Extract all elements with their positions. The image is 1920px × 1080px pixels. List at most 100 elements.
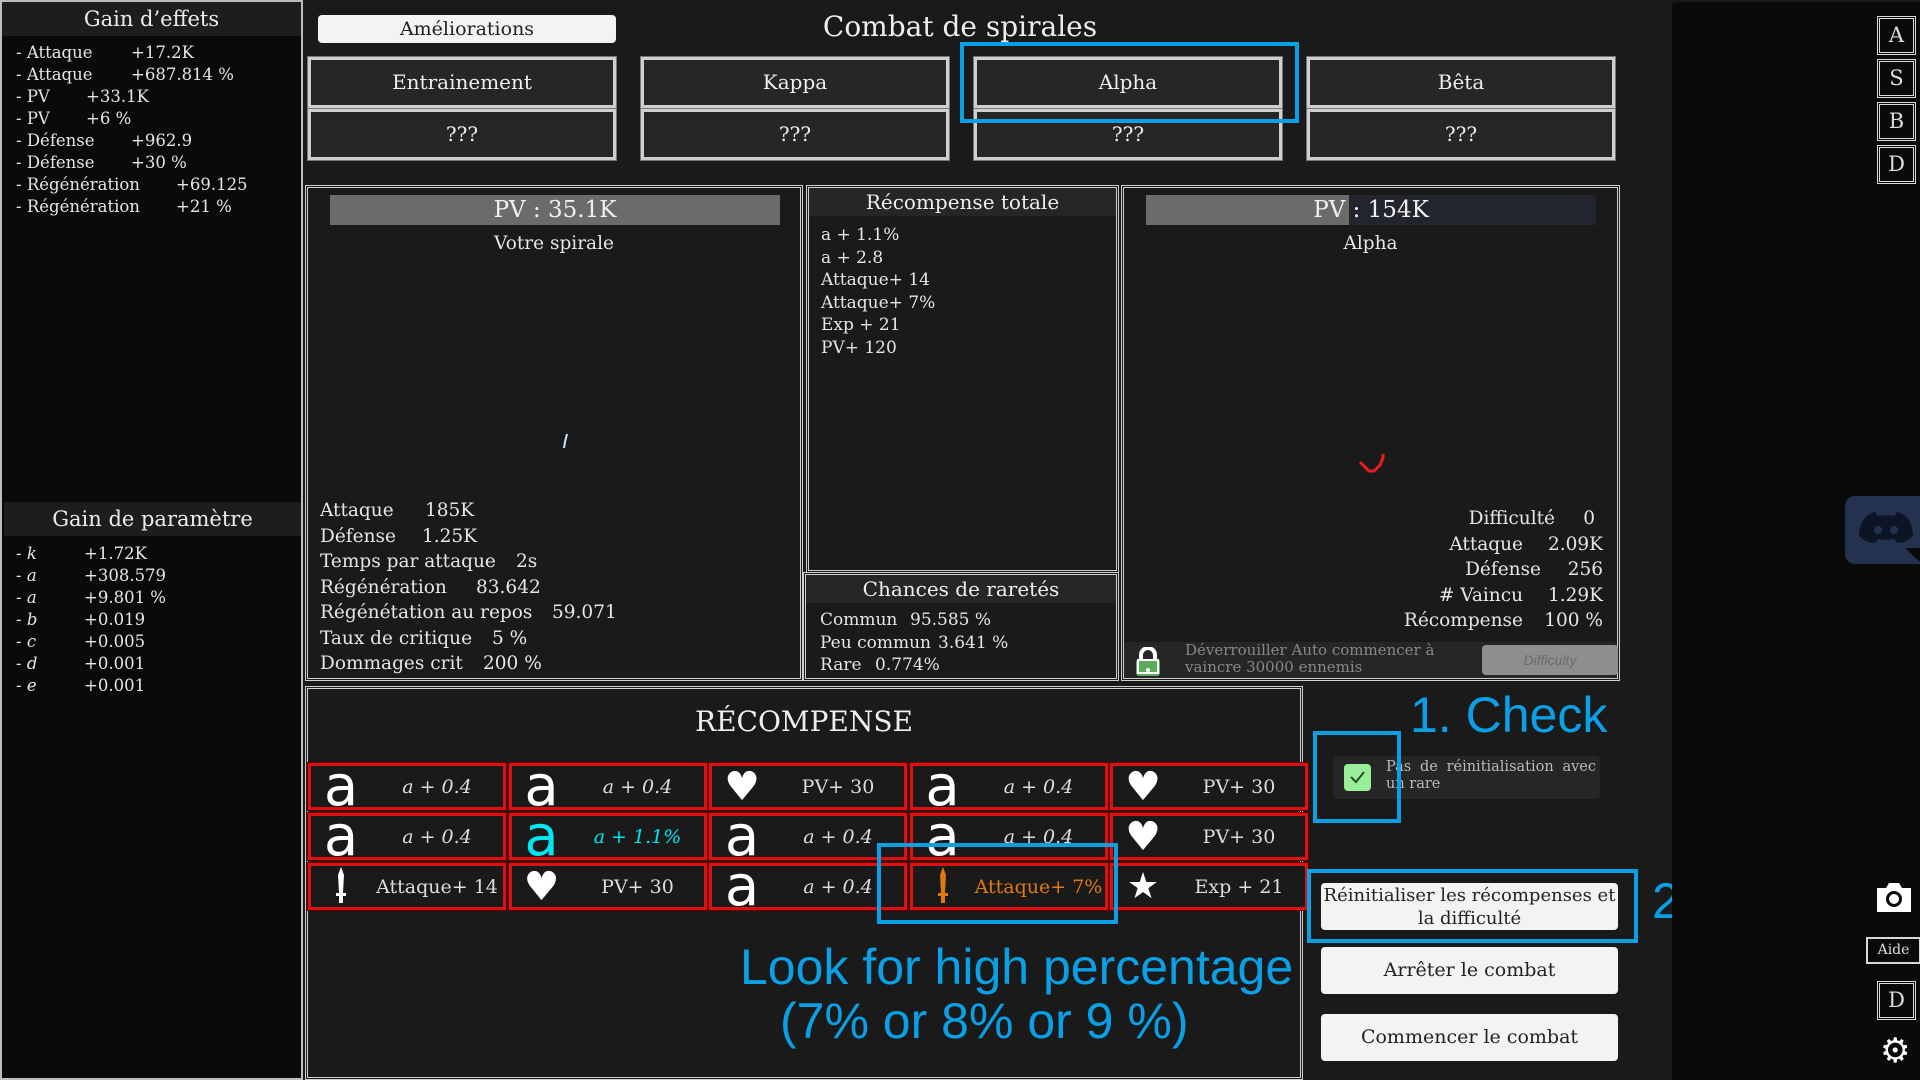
reward-cell: ★ Exp + 21 <box>1109 862 1309 911</box>
enemy-stats: Difficulté 0 Attaque 2.09K Défense 256 # Va… <box>1404 506 1603 634</box>
a-icon: a <box>323 753 359 819</box>
page-title: Combat de spirales <box>822 10 1098 43</box>
reward-cell: Attaque+ 14 <box>307 862 507 911</box>
reward-text: PV+ 30 <box>1202 825 1276 848</box>
rarity-row: Peu commun 3.641 % <box>820 632 1009 653</box>
hotkey-d-bottom[interactable]: D <box>1877 981 1916 1020</box>
hotkey-s[interactable]: S <box>1877 59 1916 98</box>
reward-text: PV+ 30 <box>601 875 674 898</box>
annotation-highlight-reward <box>877 843 1118 924</box>
settings-gear-icon[interactable]: ⚙ <box>1880 1034 1910 1068</box>
param-row: - d +0.001 <box>16 654 146 673</box>
player-stats: Attaque 185K Défense 1.25K Temps par attaq… <box>320 498 617 677</box>
reward-cell: ♥ PV+ 30 <box>1109 762 1309 811</box>
reward-cell: a a + 0.4 <box>908 753 1109 819</box>
discord-button[interactable] <box>1845 496 1920 564</box>
stat-row: Difficulté 0 <box>1468 508 1595 529</box>
player-spiral <box>563 433 568 449</box>
stat-row: Attaque 185K <box>320 500 475 521</box>
mode-name: Kappa <box>640 56 950 109</box>
stop-combat-button[interactable]: Arrêter le combat <box>1321 947 1618 994</box>
a-icon: a <box>524 753 559 819</box>
effects-title: Gain d’effets <box>2 2 301 36</box>
total-reward-line: Exp + 21 <box>821 315 901 335</box>
heart-icon: ♥ <box>1125 813 1161 860</box>
stat-row: Régénétation au repos 59.071 <box>320 602 617 623</box>
a-icon: a <box>724 803 760 869</box>
reward-cell: ♥ PV+ 30 <box>507 862 708 911</box>
reward-text: Attaque+ 14 <box>376 875 498 898</box>
effects-list: - Attaque +17.2K - Attaque +687.814 % - PV… <box>2 36 301 224</box>
upgrades-button[interactable]: Améliorations <box>318 15 616 43</box>
enemy-hp-bar: PV : 154K <box>1146 195 1596 225</box>
annotation-highlight-alpha <box>960 42 1299 123</box>
right-rail: A S B D Aide D ⚙ <box>1672 2 1920 1080</box>
annotation-hint-line1: Look for high percentage <box>740 939 1294 995</box>
lock-icon <box>1136 647 1160 676</box>
params-list: - k +1.72K - a +308.579 - a +9.801 % - b +0.… <box>2 537 180 703</box>
star-icon: ★ <box>1126 865 1160 907</box>
a-icon: a <box>724 853 760 919</box>
camera-icon[interactable] <box>1874 880 1914 914</box>
param-row: - a +9.801 % <box>16 588 166 607</box>
annotation-hint-line2: (7% or 8% or 9 %) <box>780 993 1189 1049</box>
rarity-row: Rare 0.774% <box>820 655 940 675</box>
rarity-list: Commun 95.585 % Peu commun 3.641 % Rare 0.7… <box>806 603 1116 683</box>
mode-beta[interactable]: Bêta ??? <box>1306 56 1616 161</box>
hotkey-a[interactable]: A <box>1877 16 1916 55</box>
heart-icon: ♥ <box>1125 763 1161 810</box>
reward-text: PV+ 30 <box>1202 775 1276 798</box>
reward-text: PV+ 30 <box>801 775 875 798</box>
stat-row: # Vaincu 1.29K <box>1438 584 1603 606</box>
reward-cell: a a + 0.4 <box>307 753 507 819</box>
stat-row: Dommages crit 200 % <box>320 653 542 674</box>
enemy-panel: PV : 154K Alpha Difficulté 0 Attaque 2.09K… <box>1121 185 1620 681</box>
reward-text: a + 0.4 <box>402 775 472 798</box>
param-row: - k +1.72K <box>16 544 147 563</box>
reward-cell: ♥ PV+ 30 <box>708 762 908 811</box>
reward-cell: a a + 0.4 <box>307 808 507 864</box>
stat-row: Temps par attaque 2s <box>320 551 538 572</box>
hotkey-b[interactable]: B <box>1877 102 1916 141</box>
effect-row: - Défense +30 % <box>16 153 187 172</box>
enemy-name: Alpha <box>1343 233 1398 254</box>
total-reward-panel: Récompense totale a + 1.1% a + 2.8 Attaq… <box>806 185 1119 573</box>
left-sidebar: Gain d’effets - Attaque +17.2K - Attaque +… <box>0 0 303 1080</box>
auto-start-unlock-row: Déverrouiller Auto commencer à vaincre 3… <box>1124 642 1618 678</box>
help-button[interactable]: Aide <box>1866 937 1920 964</box>
discord-icon <box>1859 512 1920 562</box>
total-reward-line: Attaque+ 14 <box>821 270 930 290</box>
total-reward-list: a + 1.1% a + 2.8 Attaque+ 14 Attaque+ 7%… <box>809 216 1116 367</box>
reward-cell: a a + 0.4 <box>507 753 708 819</box>
a-icon: a <box>925 753 960 819</box>
player-hp-bar: PV : 35.1K <box>330 195 780 225</box>
hotkey-d[interactable]: D <box>1877 145 1916 184</box>
player-name: Votre spirale <box>494 233 614 254</box>
param-row: - c +0.005 <box>16 632 146 651</box>
reward-text: Exp + 21 <box>1194 875 1284 898</box>
stat-row: Défense 256 <box>1465 559 1603 580</box>
mode-sub: ??? <box>640 108 950 161</box>
total-reward-line: PV+ 120 <box>821 337 897 358</box>
param-row: - e +0.001 <box>16 676 146 695</box>
reward-text: a + 1.1% <box>593 825 682 848</box>
total-reward-line: a + 1.1% <box>821 225 900 245</box>
annotation-highlight-checkbox <box>1313 731 1401 823</box>
heart-icon: ♥ <box>523 863 560 910</box>
rewards-title: RÉCOMPENSE <box>695 705 913 738</box>
stat-row: Récompense 100 % <box>1403 610 1603 631</box>
effect-row: - Défense +962.9 <box>16 131 193 150</box>
difficulty-button[interactable]: Difficulty <box>1482 645 1618 675</box>
no-reset-label: Pas de réinitialisation avec un rare <box>1386 759 1596 792</box>
start-combat-button[interactable]: Commencer le combat <box>1321 1014 1618 1061</box>
rarity-title: Chances de raretés <box>806 575 1116 603</box>
effect-row: - Régénération +21 % <box>16 197 232 216</box>
sword-icon <box>311 865 371 909</box>
enemy-spiral <box>1358 454 1385 473</box>
heart-icon: ♥ <box>724 763 760 810</box>
mode-kappa[interactable]: Kappa ??? <box>640 56 950 161</box>
mode-name: Bêta <box>1306 56 1616 109</box>
mode-training[interactable]: Entrainement ??? <box>307 56 617 161</box>
effect-row: - Attaque +17.2K <box>16 43 194 62</box>
params-title: Gain de paramètre <box>4 502 301 536</box>
